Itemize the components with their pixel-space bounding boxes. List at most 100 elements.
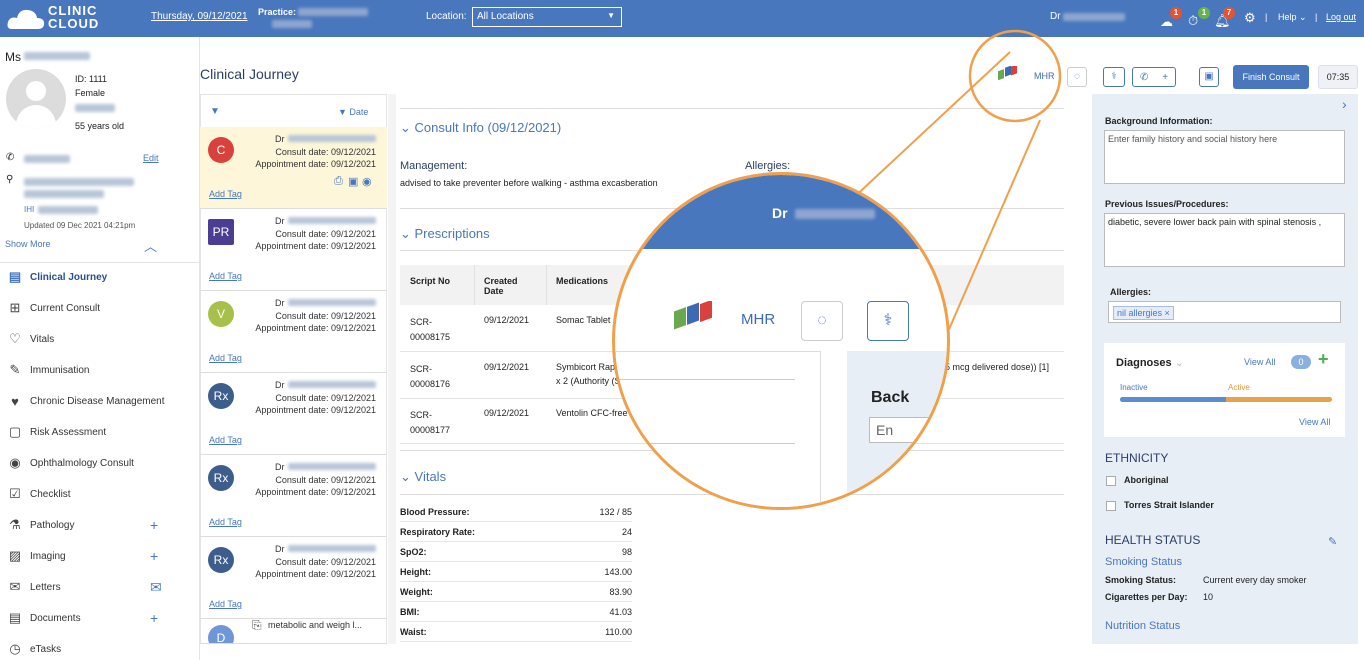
envelope-action-icon[interactable]: ✉ [150, 579, 162, 596]
vitals-row: Height: 143.00 [400, 563, 632, 582]
vital-value: 110.00 [605, 627, 632, 637]
consult-info-section[interactable]: ⌄ Consult Info (09/12/2021) [400, 120, 561, 136]
diagnoses-view-all-link[interactable]: View All [1244, 357, 1275, 367]
health-status-title: HEALTH STATUS [1105, 533, 1201, 547]
location-value: All Locations [477, 11, 534, 22]
nav-item-letters[interactable]: ✉ Letters [0, 573, 170, 601]
previous-issues-textarea[interactable]: diabetic, severe lower back pain with sp… [1104, 213, 1345, 267]
clock-icon: ◷ [9, 641, 21, 656]
view-icon[interactable]: ◉ [362, 175, 372, 188]
nav-label: Checklist [30, 488, 71, 500]
previous-issues-text: diabetic, severe lower back pain with sp… [1108, 217, 1322, 227]
vital-value: 143.00 [604, 567, 632, 577]
add-tag-link[interactable]: Add Tag [209, 271, 242, 281]
diagnoses-view-all-link-2[interactable]: View All [1299, 417, 1330, 427]
vital-value: 98 [621, 547, 632, 557]
nav-item-ophthalmology-consult[interactable]: ◉ Ophthalmology Consult [0, 449, 170, 477]
diagnoses-title[interactable]: Diagnoses ⌄ [1116, 356, 1184, 369]
prescriptions-title: Prescriptions [414, 226, 490, 241]
chevron-down-icon: ▼ [607, 11, 615, 20]
plus-icon[interactable]: + [150, 610, 158, 626]
vitals-section[interactable]: ⌄ Vitals [400, 469, 446, 485]
chevron-up-icon[interactable]: ︿ [144, 236, 157, 255]
nav-item-risk-assessment[interactable]: ▢ Risk Assessment [0, 418, 170, 446]
current-date-link[interactable]: Thursday, 09/12/2021 [151, 11, 248, 22]
filter-icon[interactable]: ▼ [210, 106, 220, 117]
logout-link[interactable]: Log out [1326, 12, 1356, 22]
add-diagnosis-icon[interactable]: + [1318, 349, 1329, 370]
clinic-cloud-logo[interactable]: CLINIC CLOUD [6, 4, 136, 34]
show-more-link[interactable]: Show More [5, 239, 51, 249]
smoking-status-title: Smoking Status [1105, 556, 1183, 568]
nav-item-chronic-disease-management[interactable]: ♥ Chronic Disease Management [0, 387, 170, 415]
call-add-button[interactable]: ✆ + [1132, 67, 1176, 87]
journey-dr-prefix: Dr [275, 380, 285, 390]
consult-date: Consult date: 09/12/2021 [275, 557, 376, 567]
add-tag-link[interactable]: Add Tag [209, 599, 242, 609]
nutrition-status-title: Nutrition Status [1105, 620, 1181, 632]
timer-icon[interactable]: ⏱ 1 [1188, 7, 1210, 28]
add-tag-link[interactable]: Add Tag [209, 435, 242, 445]
journey-card[interactable]: V Dr Consult date: 09/12/2021 Appointment d… [200, 291, 387, 373]
nav-item-etasks[interactable]: ◷ eTasks [0, 635, 170, 660]
vital-label: Weight: [400, 587, 433, 597]
allergies-input[interactable]: nil allergies × [1108, 301, 1341, 323]
nav-item-vitals[interactable]: ♡ Vitals [0, 325, 170, 353]
torres-checkbox[interactable]: Torres Strait Islander [1106, 500, 1214, 511]
finish-consult-button[interactable]: Finish Consult [1233, 65, 1309, 89]
messages-icon[interactable]: ☁ 1 [1160, 7, 1182, 29]
appointment-date: Appointment date: 09/12/2021 [255, 487, 376, 497]
save-icon[interactable]: ▣ [348, 175, 358, 188]
remove-tag-icon[interactable]: × [1165, 308, 1170, 318]
prescriptions-section[interactable]: ⌄ Prescriptions [400, 226, 490, 242]
journey-card[interactable]: C Dr Consult date: 09/12/2021 Appointment d… [200, 127, 387, 209]
add-tag-link[interactable]: Add Tag [209, 189, 242, 199]
nav-item-checklist[interactable]: ☑ Checklist [0, 480, 170, 508]
nav-item-immunisation[interactable]: ✎ Immunisation [0, 356, 170, 384]
add-tag-link[interactable]: Add Tag [209, 353, 242, 363]
practice-label: Practice: [258, 7, 297, 17]
nav-item-pathology[interactable]: ⚗ Pathology [0, 511, 170, 539]
help-menu[interactable]: Help ⌄ [1278, 12, 1307, 23]
nav-item-documents[interactable]: ▤ Documents [0, 604, 170, 632]
journey-card[interactable]: D ⎘ metabolic and weigh l... [200, 619, 387, 644]
consult-date: Consult date: 09/12/2021 [275, 475, 376, 485]
vital-label: Height: [400, 567, 431, 577]
location-pin-icon: ⚲ [6, 174, 14, 185]
stethoscope-button[interactable]: ⚕ [1103, 67, 1125, 87]
journey-type-avatar: Rx [208, 465, 234, 491]
pencil-icon[interactable]: ✎ [1328, 535, 1337, 548]
vitals-row: SpO2: 98 [400, 543, 632, 562]
aboriginal-checkbox[interactable]: Aboriginal [1106, 475, 1169, 486]
chevron-right-icon[interactable]: › [1342, 96, 1347, 112]
calendar-button[interactable]: ▣ [1199, 67, 1219, 87]
sort-date-button[interactable]: ▼ Date [338, 107, 368, 117]
background-info-textarea[interactable]: Enter family history and social history … [1104, 130, 1345, 184]
journey-card[interactable]: Rx Dr Consult date: 09/12/2021 Appointment … [200, 373, 387, 455]
consult-date: Consult date: 09/12/2021 [275, 311, 376, 321]
journey-card[interactable]: Rx Dr Consult date: 09/12/2021 Appointment … [200, 455, 387, 537]
journey-doctor-name [288, 545, 376, 552]
journey-card[interactable]: Rx Dr Consult date: 09/12/2021 Appointment … [200, 537, 387, 619]
edit-link[interactable]: Edit [143, 153, 159, 163]
bell-icon[interactable]: 🔔︎ 7 [1214, 7, 1235, 28]
calendar-icon: ▣ [1204, 71, 1214, 82]
journey-type-avatar: PR [208, 219, 234, 245]
vital-value: 83.90 [609, 587, 632, 597]
patient-address-2 [24, 190, 104, 198]
nav-item-clinical-journey[interactable]: ▤ Clinical Journey [0, 263, 170, 291]
created-date: 09/12/2021 [484, 362, 530, 372]
print-icon[interactable]: ⎙ [334, 175, 343, 188]
gear-icon[interactable]: ⚙ [1244, 10, 1256, 26]
add-tag-link[interactable]: Add Tag [209, 517, 242, 527]
practice-name [298, 8, 368, 16]
patient-title: Ms [5, 50, 21, 64]
nav-item-current-consult[interactable]: ⊞ Current Consult [0, 294, 170, 322]
journey-card[interactable]: PR Dr Consult date: 09/12/2021 Appointment … [200, 209, 387, 291]
plus-icon[interactable]: + [150, 548, 158, 564]
nav-label: Current Consult [30, 302, 101, 314]
help-label: Help [1278, 12, 1297, 22]
plus-icon[interactable]: + [150, 517, 158, 533]
nav-item-imaging[interactable]: ▨ Imaging [0, 542, 170, 570]
management-label: Management: [400, 160, 468, 172]
